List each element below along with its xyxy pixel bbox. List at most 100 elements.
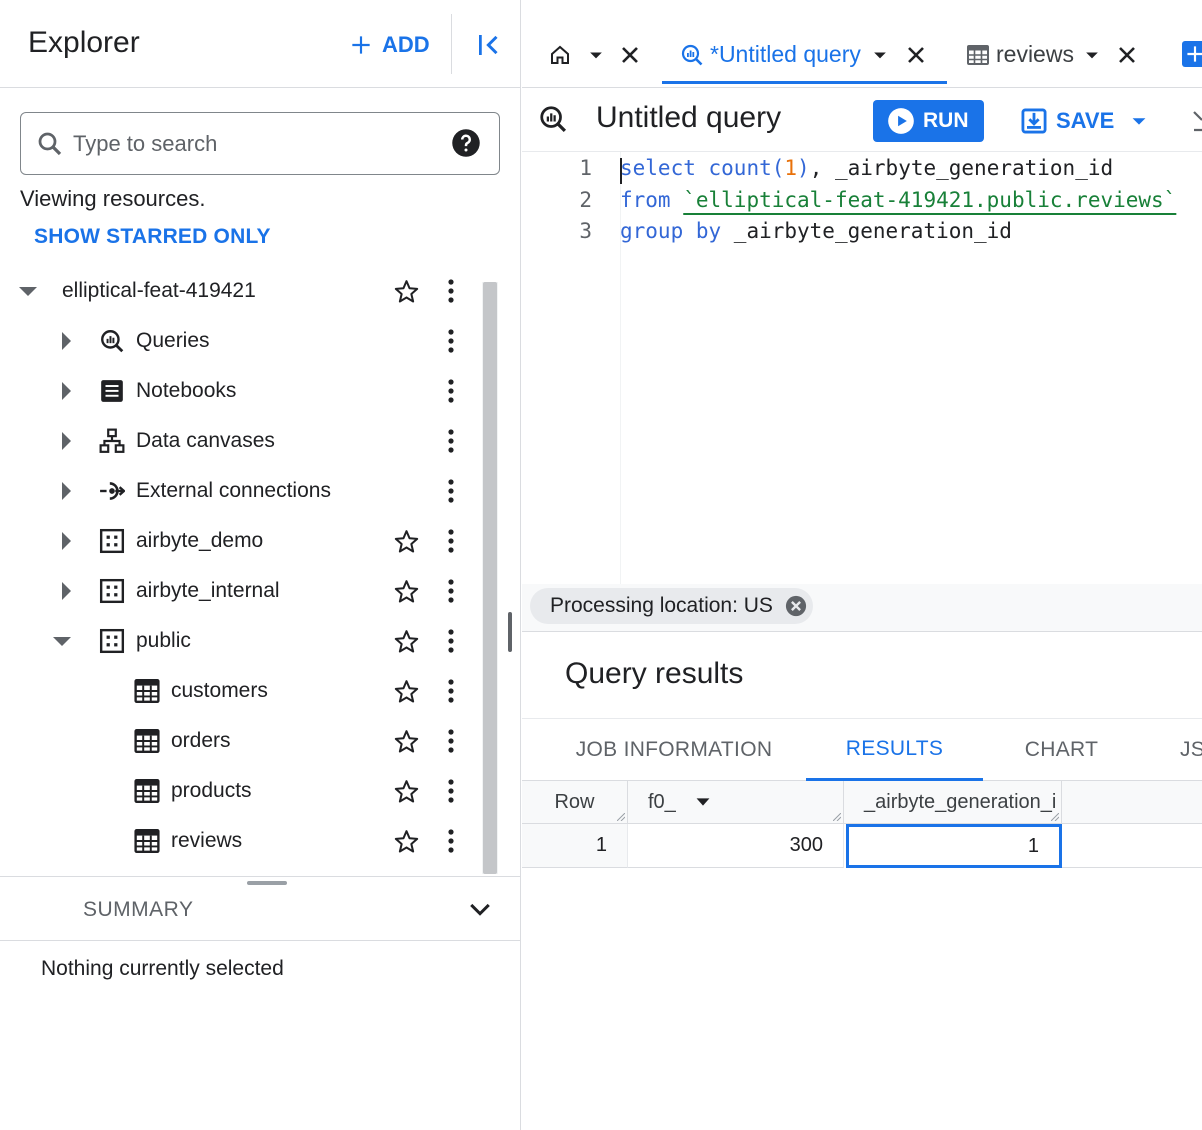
tree-item-dataset-airbyte-demo[interactable]: airbyte_demo — [0, 516, 480, 566]
new-tab-button[interactable] — [1182, 41, 1202, 67]
table-cell-selected[interactable]: 1 — [846, 824, 1062, 868]
home-icon[interactable] — [548, 43, 572, 67]
tree-item-label: products — [171, 779, 252, 802]
cancel-circle-icon[interactable] — [785, 595, 807, 617]
tab-reviews[interactable]: reviews — [952, 26, 1177, 84]
tree-item-dataset-airbyte-internal[interactable]: airbyte_internal — [0, 566, 480, 616]
caret-right-icon[interactable] — [54, 579, 78, 603]
line-number: 3 — [579, 219, 592, 243]
star-icon[interactable] — [393, 678, 420, 705]
more-vert-icon[interactable] — [440, 527, 462, 555]
more-vert-icon[interactable] — [440, 277, 462, 305]
resize-grip-icon[interactable] — [833, 813, 841, 821]
tab-untitled-query[interactable]: *Untitled query — [662, 26, 947, 84]
more-vert-icon[interactable] — [440, 677, 462, 705]
resize-grip-icon[interactable] — [617, 813, 625, 821]
close-icon[interactable] — [618, 43, 642, 67]
sql-keyword: from — [620, 188, 671, 212]
tab-bar: *Untitled query reviews — [522, 0, 1202, 88]
caret-down-icon[interactable] — [1128, 110, 1150, 132]
tree-item-dataset-public[interactable]: public — [0, 616, 480, 666]
tree-item-external-connections[interactable]: External connections — [0, 466, 480, 516]
caret-right-icon[interactable] — [54, 379, 78, 403]
star-icon[interactable] — [393, 728, 420, 755]
sql-text: , _airbyte_generation_id — [809, 156, 1114, 180]
tab-results[interactable]: RESULTS — [806, 719, 983, 781]
star-icon[interactable] — [393, 578, 420, 605]
caret-down-icon[interactable] — [1082, 45, 1102, 65]
add-button[interactable]: ADD — [348, 30, 430, 60]
tree-item-table-products[interactable]: products — [0, 766, 480, 816]
tree-item-table-customers[interactable]: customers — [0, 666, 480, 716]
explorer-resize-handle[interactable] — [508, 612, 512, 652]
summary-section[interactable]: SUMMARY — [0, 876, 521, 941]
resize-grip-icon[interactable] — [1051, 813, 1059, 821]
more-toolbar-icon[interactable] — [1192, 108, 1202, 134]
caret-down-icon[interactable] — [50, 629, 74, 653]
tree-item-table-orders[interactable]: orders — [0, 716, 480, 766]
more-vert-icon[interactable] — [440, 377, 462, 405]
help-icon[interactable] — [451, 128, 481, 158]
star-icon[interactable] — [393, 278, 420, 305]
sql-number: 1 — [784, 156, 798, 180]
text-cursor — [620, 158, 622, 184]
caret-down-icon[interactable] — [870, 45, 890, 65]
sort-down-icon[interactable] — [692, 791, 714, 813]
save-icon — [1021, 108, 1047, 134]
column-header-f0[interactable]: f0_ — [628, 781, 844, 824]
caret-right-icon[interactable] — [54, 479, 78, 503]
caret-right-icon[interactable] — [54, 529, 78, 553]
tree-item-queries[interactable]: Queries — [0, 316, 480, 366]
run-button[interactable]: RUN — [873, 100, 984, 142]
explorer-header: Explorer ADD — [0, 0, 521, 88]
tree-item-notebooks[interactable]: Notebooks — [0, 366, 480, 416]
caret-down-icon[interactable] — [16, 279, 40, 303]
collapse-panel-icon[interactable] — [474, 30, 504, 60]
show-starred-only-link[interactable]: SHOW STARRED ONLY — [34, 225, 271, 249]
tree-item-data-canvases[interactable]: Data canvases — [0, 416, 480, 466]
tab-label[interactable]: reviews — [996, 41, 1074, 68]
sql-editor[interactable]: 1 2 3 select count(1), _airbyte_generati… — [522, 152, 1202, 584]
star-icon[interactable] — [393, 628, 420, 655]
column-header-row[interactable]: Row — [522, 781, 628, 824]
more-vert-icon[interactable] — [440, 477, 462, 505]
editor-code-area[interactable] — [620, 152, 1202, 584]
tab-home[interactable] — [522, 26, 660, 84]
tab-job-information[interactable]: JOB INFORMATION — [542, 719, 806, 781]
table-cell[interactable]: 300 — [628, 824, 844, 868]
summary-label[interactable]: SUMMARY — [83, 898, 193, 922]
more-vert-icon[interactable] — [440, 777, 462, 805]
star-icon[interactable] — [393, 778, 420, 805]
caret-right-icon[interactable] — [54, 329, 78, 353]
tab-chart[interactable]: CHART — [983, 719, 1140, 781]
caret-down-icon[interactable] — [586, 45, 606, 65]
tab-json[interactable]: JS — [1140, 719, 1202, 781]
star-icon[interactable] — [393, 828, 420, 855]
star-icon[interactable] — [393, 528, 420, 555]
play-circle-icon — [888, 108, 914, 134]
more-vert-icon[interactable] — [440, 327, 462, 355]
tab-label[interactable]: *Untitled query — [710, 41, 861, 68]
external-connection-icon — [100, 482, 125, 500]
caret-right-icon[interactable] — [54, 429, 78, 453]
tree-item-table-reviews[interactable]: reviews — [0, 816, 480, 866]
tree-scrollbar[interactable] — [483, 282, 497, 874]
panel-resize-handle[interactable] — [247, 881, 287, 885]
column-header-airbyte-generation-id[interactable]: _airbyte_generation_i — [844, 781, 1062, 824]
close-icon[interactable] — [1115, 43, 1139, 67]
tree-item-label: customers — [171, 679, 268, 702]
search-input[interactable] — [73, 125, 443, 163]
save-button[interactable]: SAVE — [1020, 105, 1150, 137]
tree-item-project[interactable]: elliptical-feat-419421 — [0, 266, 480, 316]
processing-location-chip[interactable]: Processing location: US — [530, 588, 813, 624]
chevron-down-icon[interactable] — [466, 895, 494, 923]
more-vert-icon[interactable] — [440, 827, 462, 855]
sql-table-reference[interactable]: `elliptical-feat-419421.public.reviews` — [683, 188, 1176, 212]
more-vert-icon[interactable] — [440, 727, 462, 755]
more-vert-icon[interactable] — [440, 577, 462, 605]
tree-item-label: Notebooks — [136, 379, 237, 402]
more-vert-icon[interactable] — [440, 627, 462, 655]
close-icon[interactable] — [904, 43, 928, 67]
code-line-1: select count(1), _airbyte_generation_id — [620, 156, 1113, 180]
more-vert-icon[interactable] — [440, 427, 462, 455]
